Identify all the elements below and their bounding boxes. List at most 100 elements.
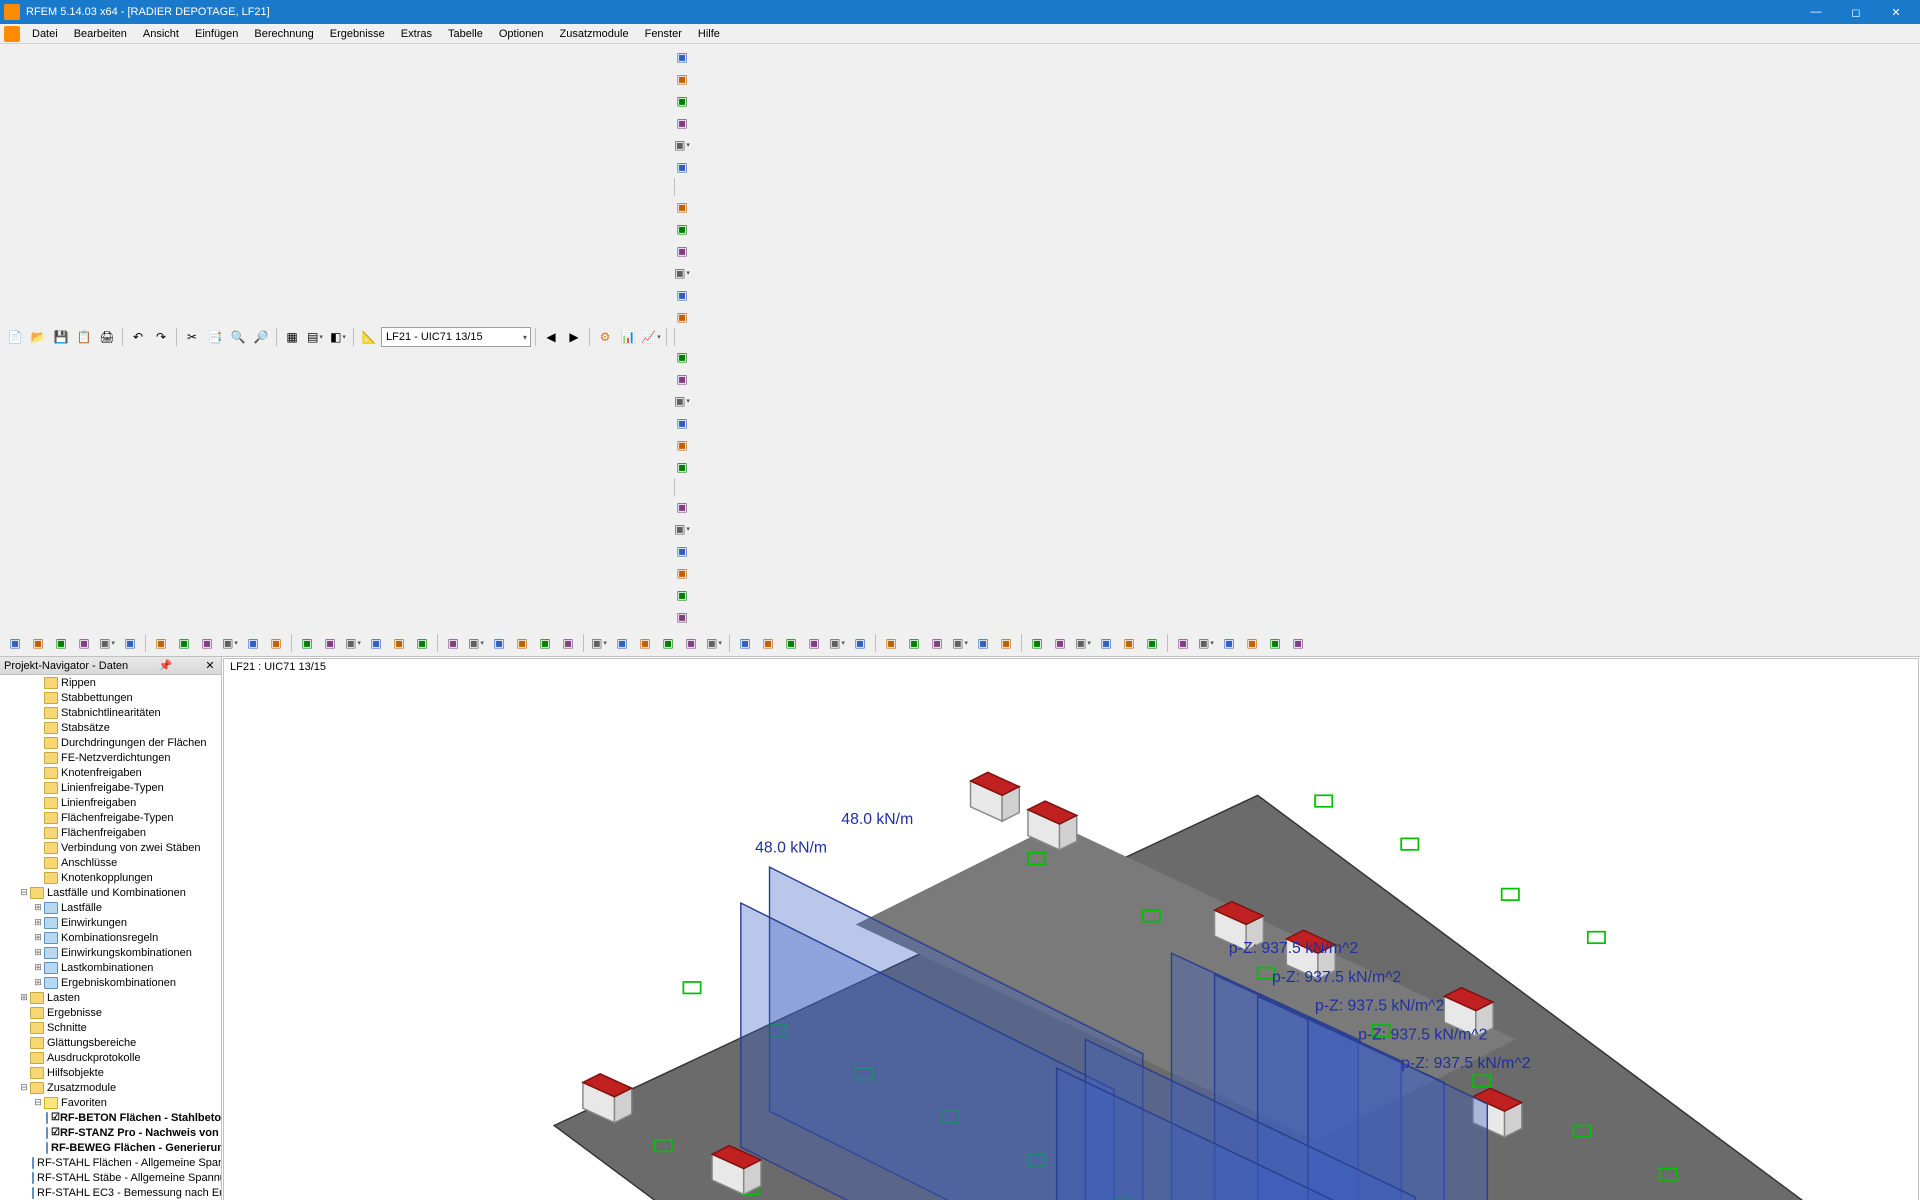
tree-item-9[interactable]: Flächenfreigabe-Typen [0,810,221,825]
tb2-btn-48[interactable]: ▣ [1172,632,1194,654]
tb2-btn-12[interactable]: ▣ [296,632,318,654]
menu-datei[interactable]: Datei [24,26,66,42]
tree-item-8[interactable]: Linienfreigaben [0,795,221,810]
tb2-btn-52[interactable]: ▣ [1264,632,1286,654]
tree-item-2[interactable]: Stabnichtlinearitäten [0,705,221,720]
tb2-btn-43[interactable]: ▣ [1049,632,1071,654]
tb1-btn-15[interactable]: ▣ [671,412,693,434]
menu-bearbeiten[interactable]: Bearbeiten [66,26,135,42]
menu-optionen[interactable]: Optionen [491,26,552,42]
tb1-btn-11[interactable]: ▣ [671,306,693,328]
tb2-btn-6[interactable]: ▣ [150,632,172,654]
tb1-btn-2[interactable]: ▣ [671,90,693,112]
saveas-button[interactable]: 📋 [73,326,95,348]
tb2-btn-44[interactable]: ▣ [1072,632,1094,654]
navigator-tree[interactable]: RippenStabbettungenStabnichtlinearitäten… [0,675,221,1200]
tree-item-20[interactable]: ⊞Ergebniskombinationen [0,975,221,990]
tree-item-18[interactable]: ⊞Einwirkungskombinationen [0,945,221,960]
tb2-btn-37[interactable]: ▣ [903,632,925,654]
tb2-btn-32[interactable]: ▣ [780,632,802,654]
tree-item-11[interactable]: Verbindung von zwei Stäben [0,840,221,855]
tb2-btn-47[interactable]: ▣ [1141,632,1163,654]
tb1-btn-0[interactable]: ▣ [671,46,693,68]
tb1-btn-22[interactable]: ▣ [671,584,693,606]
tb1-btn-10[interactable]: ▣ [671,284,693,306]
tree-item-31[interactable]: RF-BEWEG Flächen - Generierung von [0,1140,221,1155]
tb1-btn-6[interactable]: ▣ [671,196,693,218]
tb2-btn-36[interactable]: ▣ [880,632,902,654]
tb2-btn-45[interactable]: ▣ [1095,632,1117,654]
tb2-btn-25[interactable]: ▣ [611,632,633,654]
tb2-btn-13[interactable]: ▣ [319,632,341,654]
tree-item-12[interactable]: Anschlüsse [0,855,221,870]
tb2-btn-33[interactable]: ▣ [803,632,825,654]
tb2-btn-20[interactable]: ▣ [488,632,510,654]
zoom-button[interactable]: 🔎 [250,326,272,348]
tree-item-21[interactable]: ⊞Lasten [0,990,221,1005]
menu-ansicht[interactable]: Ansicht [135,26,187,42]
navigator-pin-icon[interactable]: 📌 [159,659,173,672]
tb1-btn-8[interactable]: ▣ [671,240,693,262]
tb2-btn-11[interactable]: ▣ [265,632,287,654]
tree-item-22[interactable]: Ergebnisse [0,1005,221,1020]
tb2-btn-35[interactable]: ▣ [849,632,871,654]
tb2-btn-17[interactable]: ▣ [411,632,433,654]
tree-item-14[interactable]: ⊟Lastfälle und Kombinationen [0,885,221,900]
tb2-btn-40[interactable]: ▣ [972,632,994,654]
menu-einfügen[interactable]: Einfügen [187,26,246,42]
tb1-btn-13[interactable]: ▣ [671,368,693,390]
tb2-btn-8[interactable]: ▣ [196,632,218,654]
tb2-btn-7[interactable]: ▣ [173,632,195,654]
tree-item-1[interactable]: Stabbettungen [0,690,221,705]
tb2-btn-29[interactable]: ▣ [703,632,725,654]
grid-button[interactable]: ▦ [281,326,303,348]
tb2-btn-16[interactable]: ▣ [388,632,410,654]
tb2-btn-30[interactable]: ▣ [734,632,756,654]
tb1-btn-7[interactable]: ▣ [671,218,693,240]
tb2-btn-19[interactable]: ▣ [465,632,487,654]
tree-item-3[interactable]: Stabsätze [0,720,221,735]
tb2-btn-26[interactable]: ▣ [634,632,656,654]
next-lc-button[interactable]: ▶ [563,326,585,348]
tb2-btn-15[interactable]: ▣ [365,632,387,654]
tb2-btn-2[interactable]: ▣ [50,632,72,654]
res2-button[interactable]: 📈 [640,326,662,348]
tb2-btn-41[interactable]: ▣ [995,632,1017,654]
tb2-btn-5[interactable]: ▣ [119,632,141,654]
tree-item-7[interactable]: Linienfreigabe-Typen [0,780,221,795]
tree-item-25[interactable]: Ausdruckprotokolle [0,1050,221,1065]
menu-zusatzmodule[interactable]: Zusatzmodule [552,26,637,42]
tree-item-6[interactable]: Knotenfreigaben [0,765,221,780]
tb2-btn-46[interactable]: ▣ [1118,632,1140,654]
results-button[interactable]: 📊 [617,326,639,348]
tb1-btn-18[interactable]: ▣ [671,496,693,518]
tree-item-26[interactable]: Hilfsobjekte [0,1065,221,1080]
tree-item-30[interactable]: ☑ RF-STANZ Pro - Nachweis von Flächen [0,1125,221,1140]
tb1-btn-19[interactable]: ▣ [671,518,693,540]
menu-berechnung[interactable]: Berechnung [246,26,321,42]
open-button[interactable]: 📂 [27,326,49,348]
tree-item-15[interactable]: ⊞Lastfälle [0,900,221,915]
tree-item-13[interactable]: Knotenkopplungen [0,870,221,885]
menu-extras[interactable]: Extras [393,26,440,42]
viewport[interactable]: LF21 : UIC71 13/15 48.0 kN/m48.0 kN/mp-Z… [223,658,1919,1200]
tb1-btn-9[interactable]: ▣ [671,262,693,284]
tb2-btn-14[interactable]: ▣ [342,632,364,654]
tree-item-17[interactable]: ⊞Kombinationsregeln [0,930,221,945]
tb2-btn-39[interactable]: ▣ [949,632,971,654]
tb2-btn-31[interactable]: ▣ [757,632,779,654]
tree-item-27[interactable]: ⊟Zusatzmodule [0,1080,221,1095]
tb2-btn-42[interactable]: ▣ [1026,632,1048,654]
tree-item-0[interactable]: Rippen [0,675,221,690]
tree-item-5[interactable]: FE-Netzverdichtungen [0,750,221,765]
tb1-btn-21[interactable]: ▣ [671,562,693,584]
tree-item-28[interactable]: ⊟Favoriten [0,1095,221,1110]
tb2-btn-34[interactable]: ▣ [826,632,848,654]
model-canvas[interactable]: 48.0 kN/m48.0 kN/mp-Z: 937.5 kN/m^2p-Z: … [224,659,1918,1200]
tb2-btn-22[interactable]: ▣ [534,632,556,654]
undo-button[interactable]: ↶ [127,326,149,348]
cut-button[interactable]: ✂ [181,326,203,348]
menu-ergebnisse[interactable]: Ergebnisse [322,26,393,42]
tree-item-34[interactable]: RF-STAHL EC3 - Bemessung nach Eurocode [0,1185,221,1200]
tb2-btn-27[interactable]: ▣ [657,632,679,654]
